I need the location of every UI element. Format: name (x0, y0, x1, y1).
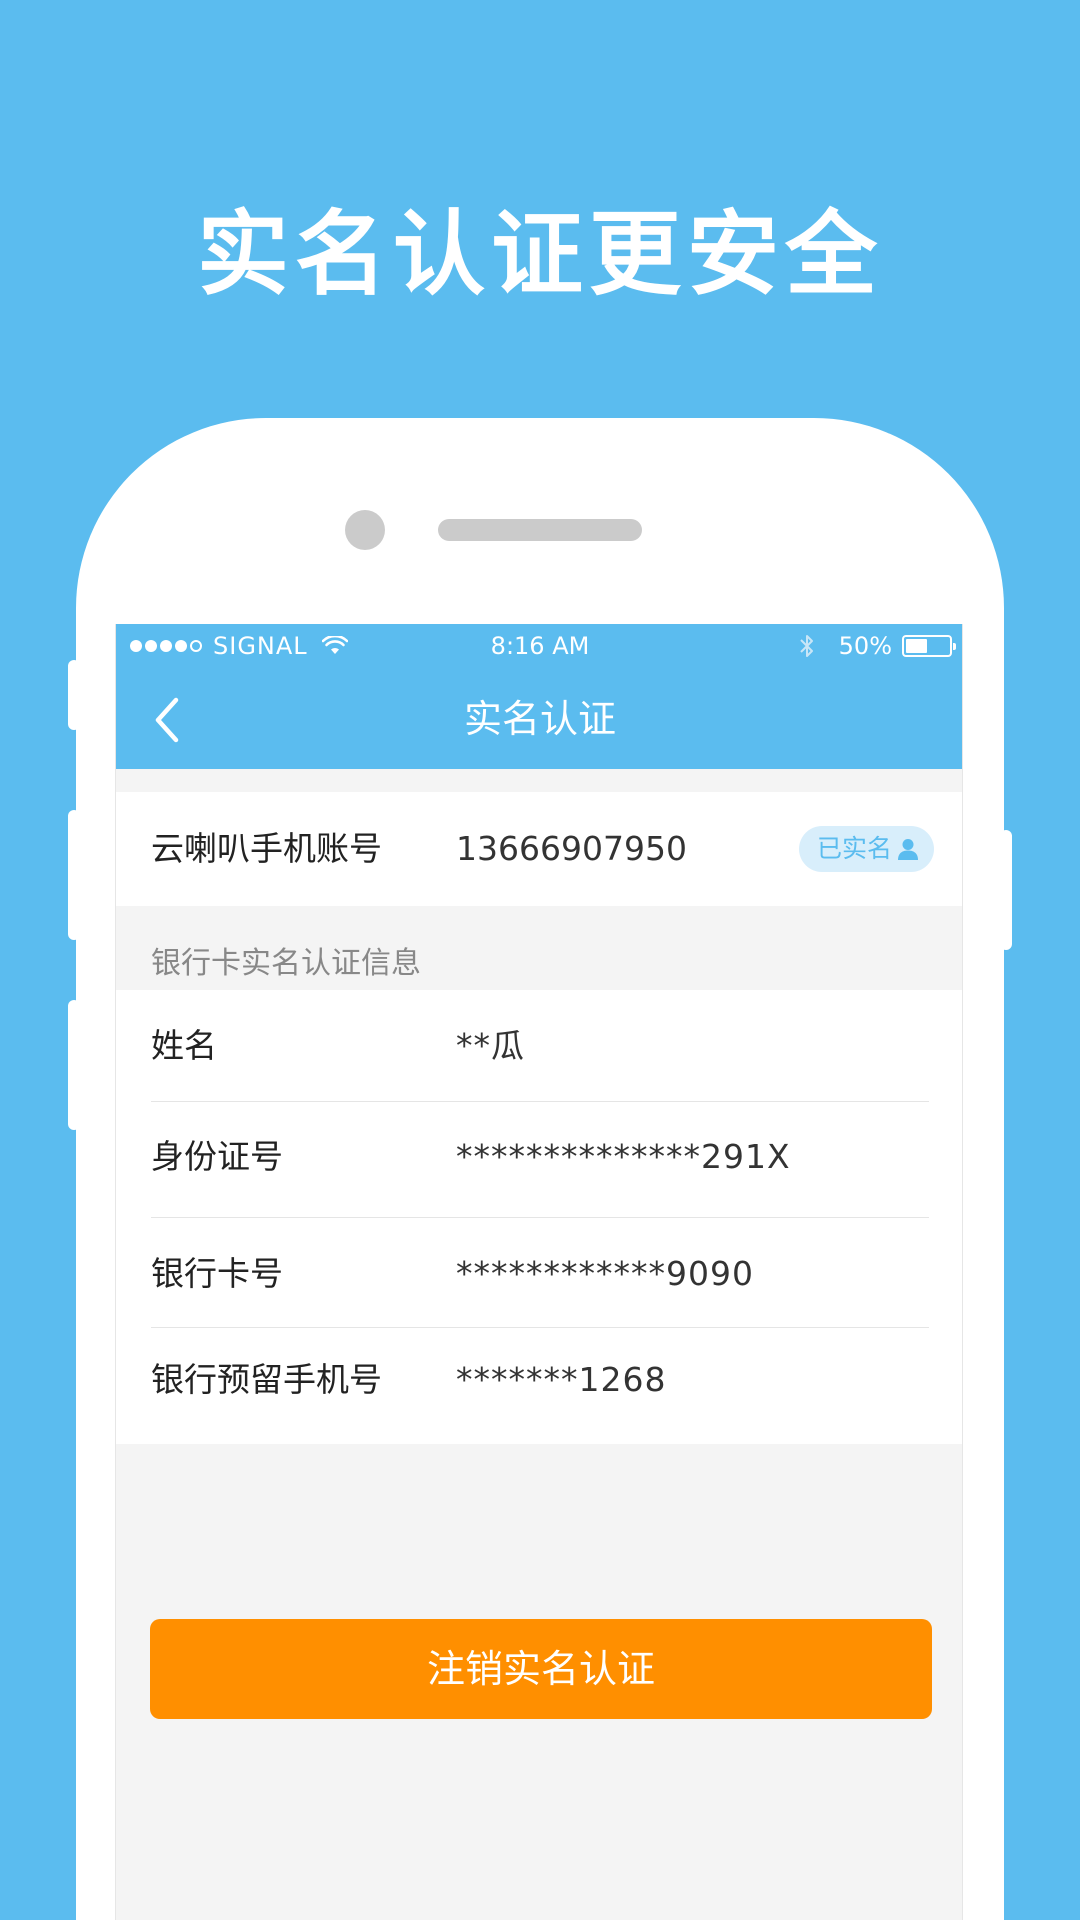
info-label: 银行预留手机号 (151, 1360, 382, 1399)
info-row-id-number: 身份证号 **************291X (151, 1102, 929, 1218)
info-label: 姓名 (151, 1026, 217, 1065)
promo-headline: 实名认证更安全 (196, 201, 883, 308)
info-label: 身份证号 (151, 1137, 283, 1176)
verified-badge: 已实名 (798, 826, 934, 872)
battery-icon (902, 635, 956, 657)
user-icon (898, 839, 918, 860)
app-screen: SIGNAL 8:16 AM 50% 实名认证 云喇叭手机账号 13666907… (115, 624, 963, 1920)
bluetooth-icon (799, 635, 813, 657)
chevron-left-icon[interactable] (146, 694, 186, 746)
phone-speaker (438, 519, 642, 541)
battery-percent: 50% (838, 632, 892, 660)
account-phone-number: 13666907950 (456, 829, 687, 868)
phone-camera (345, 510, 385, 550)
info-value: ************9090 (456, 1254, 754, 1293)
account-label: 云喇叭手机账号 (151, 829, 382, 868)
verified-badge-label: 已实名 (816, 834, 892, 863)
cancel-verification-button[interactable]: 注销实名认证 (150, 1619, 932, 1719)
info-value: *******1268 (456, 1360, 667, 1399)
status-bar: SIGNAL 8:16 AM 50% (116, 624, 962, 670)
info-row-name: 姓名 **瓜 (151, 990, 929, 1102)
info-row-bank-card: 银行卡号 ************9090 (151, 1218, 929, 1328)
nav-bar: 实名认证 (116, 670, 962, 769)
account-card: 云喇叭手机账号 13666907950 已实名 (116, 792, 962, 906)
info-value: **瓜 (456, 1026, 525, 1065)
info-label: 银行卡号 (151, 1254, 283, 1293)
info-row-reserved-phone: 银行预留手机号 *******1268 (151, 1328, 929, 1436)
top-bar: SIGNAL 8:16 AM 50% 实名认证 (116, 624, 962, 769)
info-value: **************291X (456, 1137, 791, 1176)
page-title: 实名认证 (463, 697, 616, 741)
bank-info-card: 姓名 **瓜 身份证号 **************291X 银行卡号 ****… (116, 990, 962, 1444)
